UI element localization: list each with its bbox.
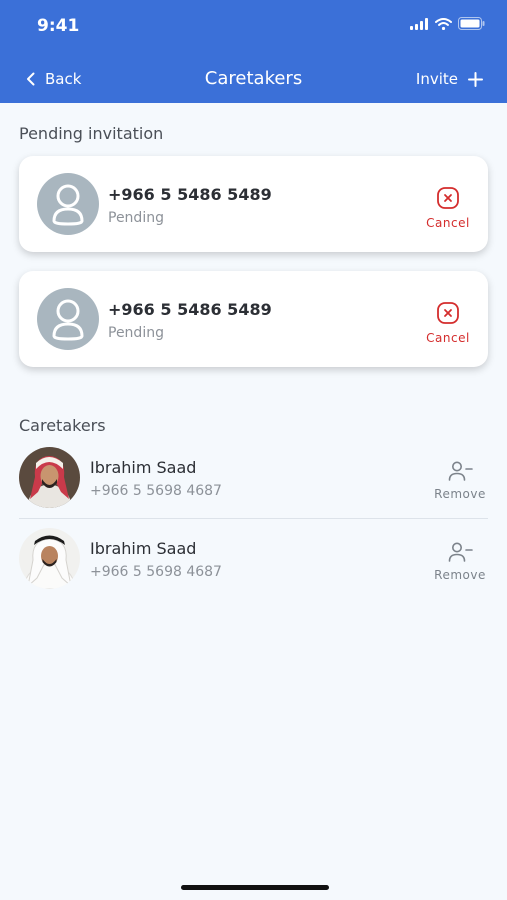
- invite-label: Invite: [415, 70, 458, 88]
- pending-status: Pending: [108, 325, 164, 341]
- home-indicator: [181, 885, 329, 890]
- cancel-label: Cancel: [426, 331, 470, 345]
- remove-user-icon: [448, 461, 473, 481]
- default-avatar-icon: [37, 173, 99, 235]
- signal-icon: [410, 17, 428, 30]
- caretakers-section-title: Caretakers: [19, 416, 106, 435]
- pending-phone: +966 5 5486 5489: [108, 300, 272, 319]
- pending-invite-card: +966 5 5486 5489 Pending Cancel: [19, 156, 488, 252]
- status-time: 9:41: [37, 16, 80, 36]
- pending-invite-card: +966 5 5486 5489 Pending Cancel: [19, 271, 488, 367]
- default-avatar-icon: [37, 288, 99, 350]
- remove-user-icon: [448, 542, 473, 562]
- caretaker-avatar: [19, 528, 80, 589]
- cancel-label: Cancel: [426, 216, 470, 230]
- caretaker-name: Ibrahim Saad: [90, 539, 197, 558]
- wifi-icon: [435, 17, 452, 30]
- plus-icon: [468, 71, 483, 87]
- caretaker-avatar: [19, 447, 80, 508]
- pending-status: Pending: [108, 210, 164, 226]
- remove-caretaker-button[interactable]: Remove: [432, 460, 488, 501]
- top-header: 9:41 Back Caretakers Invite: [0, 0, 507, 103]
- caretaker-row: Ibrahim Saad +966 5 5698 4687 Remove: [19, 438, 488, 518]
- remove-label: Remove: [434, 568, 486, 582]
- cancel-invite-button[interactable]: Cancel: [425, 186, 471, 230]
- caretaker-phone: +966 5 5698 4687: [90, 564, 222, 580]
- battery-icon: [458, 17, 485, 30]
- caretaker-name: Ibrahim Saad: [90, 458, 197, 477]
- caretaker-row: Ibrahim Saad +966 5 5698 4687 Remove: [19, 519, 488, 599]
- cancel-invite-button[interactable]: Cancel: [425, 301, 471, 345]
- status-icons: [410, 17, 485, 30]
- caretaker-phone: +966 5 5698 4687: [90, 483, 222, 499]
- pending-phone: +966 5 5486 5489: [108, 185, 272, 204]
- pending-section-title: Pending invitation: [19, 124, 164, 143]
- invite-button[interactable]: Invite: [416, 70, 483, 88]
- cancel-circle-icon: [437, 302, 459, 324]
- remove-label: Remove: [434, 487, 486, 501]
- remove-caretaker-button[interactable]: Remove: [432, 541, 488, 582]
- cancel-circle-icon: [437, 187, 459, 209]
